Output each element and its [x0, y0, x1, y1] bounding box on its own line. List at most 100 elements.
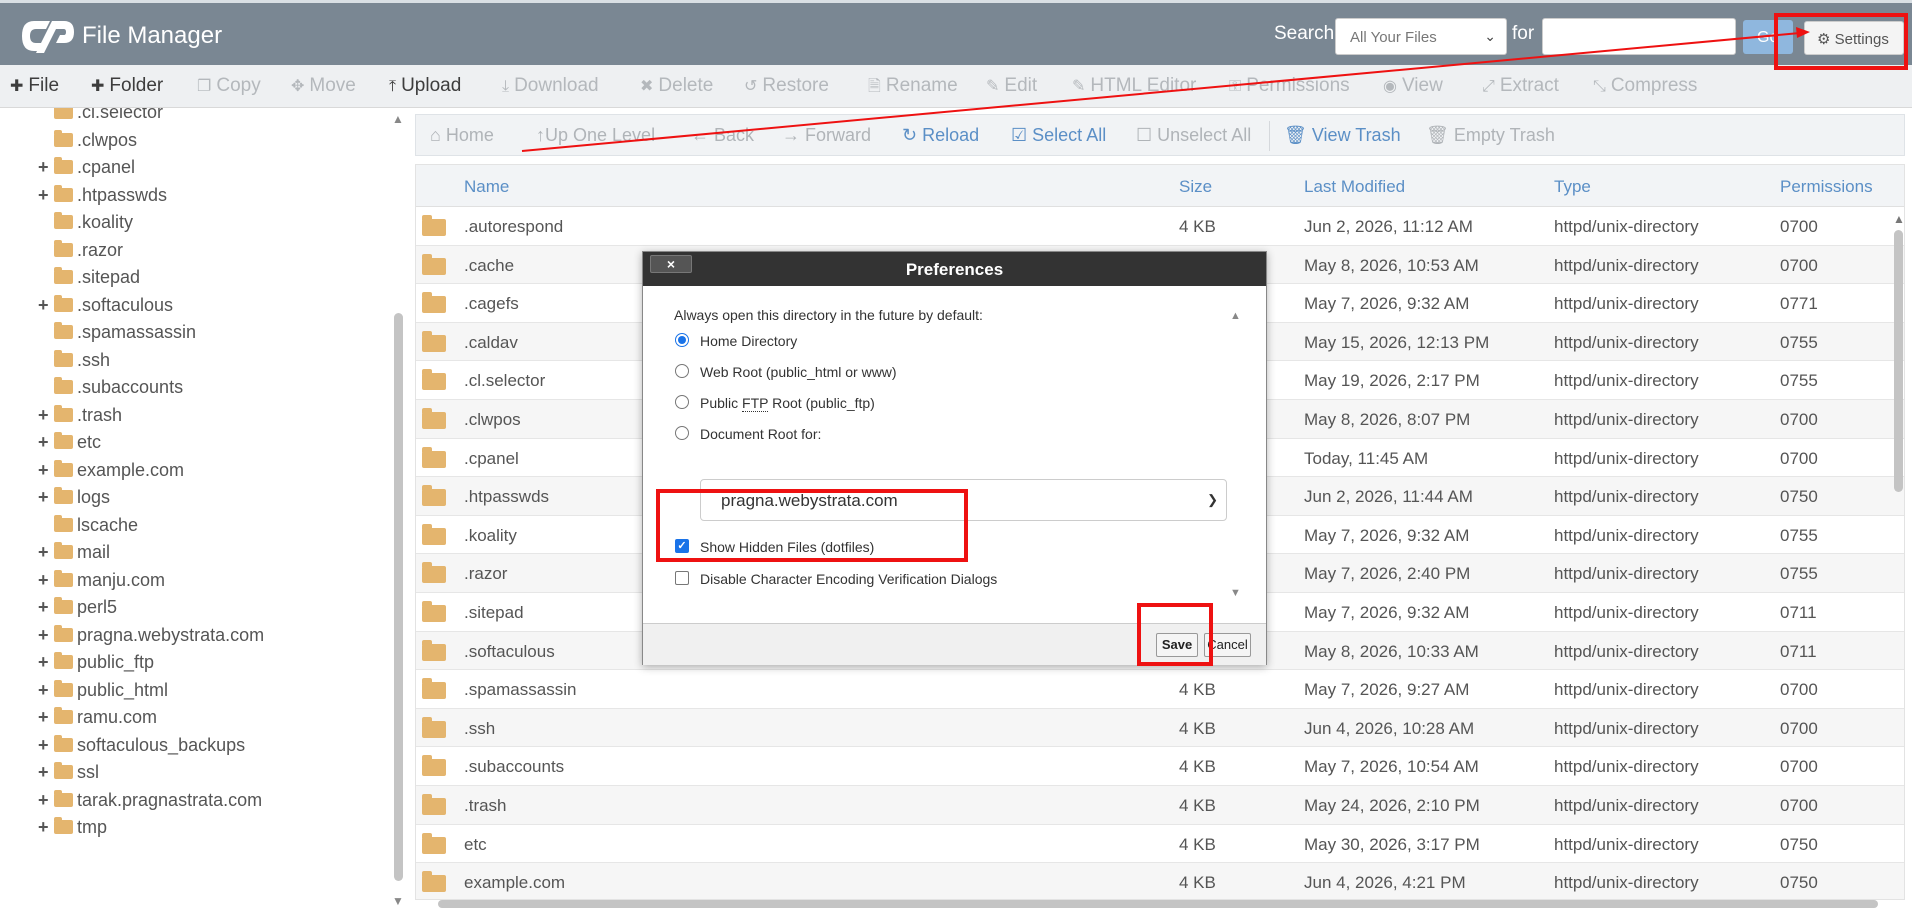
expand-plus-icon[interactable]: +	[38, 405, 54, 426]
restore-button[interactable]: ↺ Restore	[744, 75, 829, 97]
tree-item[interactable]: + pragna.webystrata.com	[38, 624, 264, 651]
radio-public-ftp-root[interactable]	[675, 395, 689, 409]
label-home-directory[interactable]: Home Directory	[700, 333, 797, 349]
expand-plus-icon[interactable]: +	[38, 817, 54, 838]
dialog-scroll-up-icon[interactable]: ▲	[1230, 310, 1241, 322]
tree-item[interactable]: + softaculous_backups	[38, 734, 245, 761]
tree-item[interactable]: + .cpanel	[38, 157, 135, 183]
tree-item[interactable]: + example.com	[38, 459, 184, 486]
empty-trash-button[interactable]: 🗑 Empty Trash	[1426, 125, 1555, 146]
disable-encoding-checkbox[interactable]	[675, 571, 689, 585]
expand-plus-icon[interactable]: +	[38, 432, 54, 453]
tree-item[interactable]: + tmp	[38, 817, 107, 843]
tree-item[interactable]: + public_ftp	[38, 652, 154, 678]
label-public-ftp-root[interactable]: Public FTP Root (public_ftp)	[700, 395, 875, 412]
rename-button[interactable]: 🗎 Rename	[868, 75, 958, 102]
copy-button[interactable]: ❐ Copy	[197, 75, 261, 97]
compress-button[interactable]: ⤡ Compress	[1593, 75, 1697, 97]
tree-item[interactable]: + etc	[38, 432, 101, 458]
column-permissions[interactable]: Permissions	[1780, 177, 1873, 197]
extract-button[interactable]: ⤢ Extract	[1482, 75, 1559, 97]
table-row[interactable]: .spamassassin 4 KB May 7, 2026, 9:27 AM htt…	[416, 670, 1904, 709]
tree-item[interactable]: .spamassassin	[54, 322, 196, 348]
view-trash-button[interactable]: 🗑 View Trash	[1284, 125, 1401, 146]
tree-scroll-thumb[interactable]	[394, 313, 403, 881]
tree-item[interactable]: .koality	[54, 212, 133, 238]
expand-plus-icon[interactable]: +	[38, 185, 54, 206]
tree-item[interactable]: + logs	[38, 487, 110, 513]
tree-item[interactable]: + .trash	[38, 404, 122, 431]
disable-encoding-label[interactable]: Disable Character Encoding Verification …	[700, 571, 997, 587]
dialog-close-button[interactable]: ×	[650, 255, 692, 273]
tree-item[interactable]: + public_html	[38, 679, 168, 706]
expand-plus-icon[interactable]: +	[38, 762, 54, 783]
tree-item[interactable]: + .htpasswds	[38, 184, 167, 211]
scroll-up-icon[interactable]: ▲	[392, 112, 404, 126]
select-all-button[interactable]: ☑ Select All	[1011, 125, 1106, 146]
tree-item[interactable]: .ssh	[54, 349, 110, 376]
column-size[interactable]: Size	[1179, 177, 1212, 197]
search-scope-select[interactable]: All Your Files ⌄	[1335, 18, 1507, 55]
edit-button[interactable]: ✎ Edit	[986, 75, 1037, 97]
tree-scrollbar[interactable]: ▲ ▼	[391, 108, 405, 908]
column-type[interactable]: Type	[1554, 177, 1591, 197]
tree-item[interactable]: .clwpos	[54, 129, 137, 156]
label-document-root[interactable]: Document Root for:	[700, 426, 821, 442]
table-row[interactable]: .subaccounts 4 KB May 7, 2026, 10:54 AM htt…	[416, 747, 1904, 786]
table-row[interactable]: .ssh 4 KB Jun 4, 2026, 10:28 AM httpd/unix-…	[416, 708, 1904, 748]
tree-item[interactable]: + .softaculous	[38, 294, 173, 321]
tree-item[interactable]: .sitepad	[54, 267, 140, 293]
expand-plus-icon[interactable]: +	[38, 625, 54, 646]
expand-plus-icon[interactable]: +	[38, 460, 54, 481]
back-button[interactable]: ← Back	[691, 125, 754, 146]
permissions-button[interactable]: ⚿ Permissions	[1229, 75, 1350, 97]
new-folder-button[interactable]: ✚ Folder	[91, 75, 163, 97]
download-button[interactable]: ⤓ Download	[502, 75, 599, 97]
radio-web-root[interactable]	[675, 364, 689, 378]
expand-plus-icon[interactable]: +	[38, 157, 54, 178]
expand-plus-icon[interactable]: +	[38, 487, 54, 508]
tree-item[interactable]: .razor	[54, 239, 123, 266]
tree-item[interactable]: + ramu.com	[38, 707, 157, 733]
expand-plus-icon[interactable]: +	[38, 707, 54, 728]
radio-document-root[interactable]	[675, 426, 689, 440]
table-row[interactable]: etc 4 KB May 30, 2026, 3:17 PM httpd/unix-d…	[416, 825, 1904, 864]
table-row[interactable]: example.com 4 KB Jun 4, 2026, 4:21 PM httpd…	[416, 863, 1904, 899]
column-name[interactable]: Name	[464, 177, 509, 197]
table-scroll-thumb[interactable]	[1894, 230, 1903, 492]
table-row[interactable]: .trash 4 KB May 24, 2026, 2:10 PM httpd/uni…	[416, 786, 1904, 825]
reload-button[interactable]: ↻ Reload	[902, 125, 979, 146]
expand-plus-icon[interactable]: +	[38, 597, 54, 618]
scroll-down-icon[interactable]: ▼	[392, 894, 404, 908]
up-one-level-button[interactable]: ↑Up One Level	[536, 125, 655, 146]
new-file-button[interactable]: ✚ File	[10, 75, 59, 97]
search-input[interactable]	[1542, 18, 1736, 55]
tree-item[interactable]: + perl5	[38, 597, 117, 623]
home-button[interactable]: ⌂ Home	[430, 125, 494, 146]
expand-plus-icon[interactable]: +	[38, 790, 54, 811]
html-editor-button[interactable]: ✎ HTML Editor	[1072, 75, 1196, 97]
expand-plus-icon[interactable]: +	[38, 680, 54, 701]
table-row[interactable]: .autorespond 4 KB Jun 2, 2026, 11:12 AM htt…	[416, 207, 1904, 246]
column-last-modified[interactable]: Last Modified	[1304, 177, 1405, 197]
unselect-all-button[interactable]: ☐ Unselect All	[1136, 125, 1251, 146]
expand-plus-icon[interactable]: +	[38, 735, 54, 756]
expand-plus-icon[interactable]: +	[38, 652, 54, 673]
tree-item[interactable]: + tarak.pragnastrata.com	[38, 789, 262, 816]
radio-home-directory[interactable]	[675, 333, 689, 347]
tree-item[interactable]: + manju.com	[38, 569, 165, 596]
expand-plus-icon[interactable]: +	[38, 570, 54, 591]
scroll-up-icon[interactable]: ▲	[1893, 212, 1905, 226]
label-web-root[interactable]: Web Root (public_html or www)	[700, 364, 897, 380]
table-hscroll-thumb[interactable]	[438, 900, 1878, 908]
move-button[interactable]: ✥ Move	[291, 75, 356, 97]
tree-item[interactable]: + mail	[38, 542, 110, 568]
forward-button[interactable]: → Forward	[782, 125, 871, 146]
upload-button[interactable]: ⤒ Upload	[389, 75, 461, 97]
view-button[interactable]: ◉ View	[1383, 75, 1443, 97]
table-horizontal-scrollbar[interactable]	[418, 898, 1903, 910]
expand-plus-icon[interactable]: +	[38, 542, 54, 563]
delete-button[interactable]: ✖ Delete	[640, 75, 713, 97]
dialog-scroll-down-icon[interactable]: ▼	[1230, 587, 1241, 599]
tree-item[interactable]: .cl.selector	[54, 108, 163, 128]
